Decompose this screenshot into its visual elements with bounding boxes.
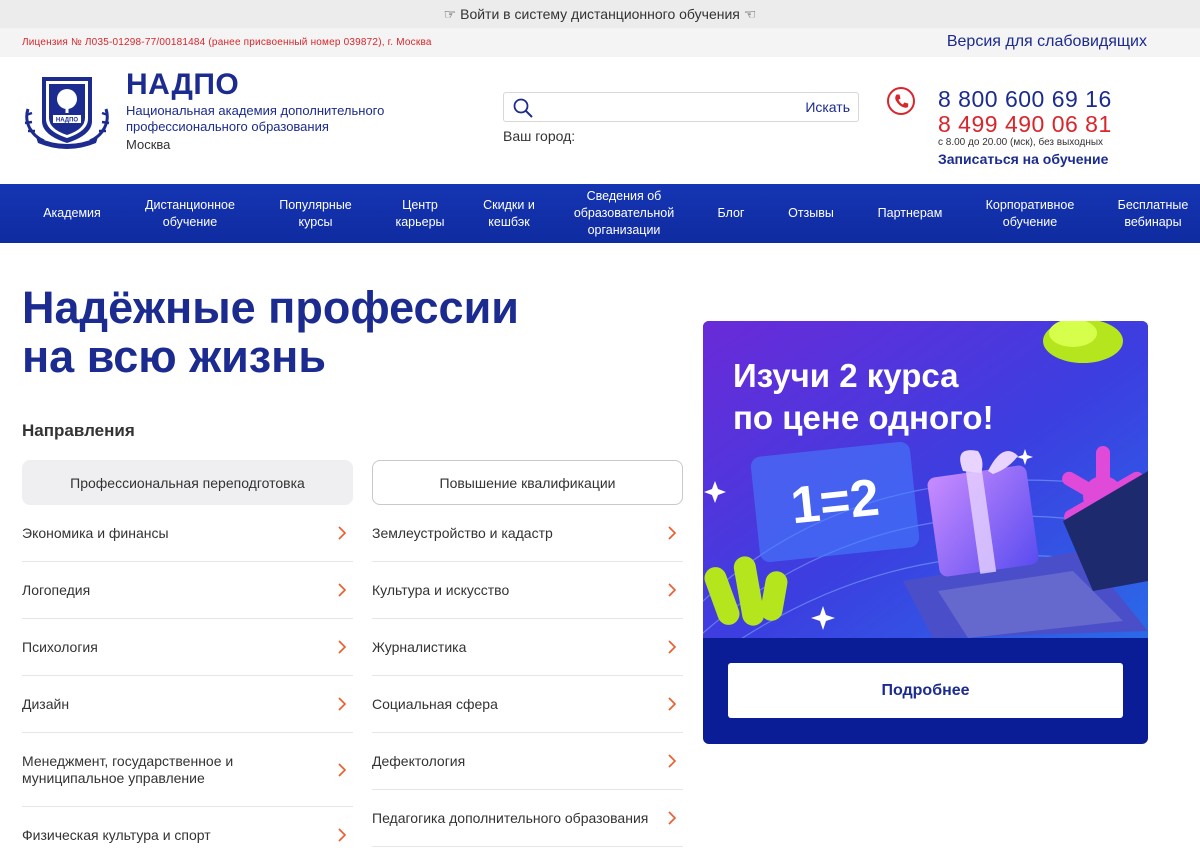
- direction-label: Дизайн: [22, 695, 70, 712]
- promo-headline: Изучи 2 курса по цене одного!: [733, 355, 994, 439]
- direction-label: Журналистика: [372, 638, 467, 655]
- chevron-right-icon: [668, 583, 677, 597]
- brand-full-name: Национальная академия дополнительного пр…: [126, 103, 385, 134]
- nav-item-distance-learning[interactable]: Дистанционное обучение: [130, 184, 250, 243]
- remote-learning-login-bar[interactable]: ☞ Войти в систему дистанционного обучени…: [0, 0, 1200, 28]
- nav-item-career-center[interactable]: Центр карьеры: [382, 184, 458, 243]
- chevron-right-icon: [668, 697, 677, 711]
- promo-headline-line-1: Изучи 2 курса: [733, 357, 959, 394]
- chevron-right-icon: [338, 526, 347, 540]
- promo-badge: 1=2: [749, 440, 921, 564]
- brand-city: Москва: [126, 137, 171, 152]
- low-vision-version-link[interactable]: Версия для слабовидящих: [947, 33, 1147, 51]
- direction-label: Культура и искусство: [372, 581, 510, 598]
- direction-item[interactable]: Социальная сфера: [372, 676, 683, 733]
- direction-label: Психология: [22, 638, 98, 655]
- chevron-right-icon: [668, 754, 677, 768]
- info-bar: Лицензия № Л035-01298-77/00181484 (ранее…: [0, 28, 1200, 57]
- enroll-link[interactable]: Записаться на обучение: [938, 151, 1108, 167]
- direction-item[interactable]: Физическая культура и спорт: [22, 807, 353, 862]
- nav-item-corporate-training[interactable]: Корпоративное обучение: [972, 184, 1088, 243]
- chevron-right-icon: [668, 811, 677, 825]
- promo-more-button[interactable]: Подробнее: [728, 663, 1123, 718]
- chevron-right-icon: [338, 583, 347, 597]
- nav-item-popular-courses[interactable]: Популярные курсы: [268, 184, 363, 243]
- direction-label: Педагогика дополнительного образования: [372, 809, 649, 826]
- hero-title-line-1: Надёжные профессии: [22, 282, 519, 333]
- city-selector[interactable]: Ваш город:: [503, 128, 575, 144]
- phone-icon: [887, 87, 915, 115]
- direction-item[interactable]: Логопедия: [22, 562, 353, 619]
- nav-item-partners[interactable]: Партнерам: [866, 184, 954, 243]
- license-text: Лицензия № Л035-01298-77/00181484 (ранее…: [22, 37, 432, 48]
- direction-item[interactable]: Менеджмент, государственное и муниципаль…: [22, 733, 353, 807]
- nav-item-academy[interactable]: Академия: [22, 184, 122, 243]
- phone-secondary[interactable]: 8 499 490 06 81: [938, 111, 1112, 138]
- svg-text:НАДПО: НАДПО: [56, 118, 78, 124]
- nav-item-discounts[interactable]: Скидки и кешбэк: [480, 184, 538, 243]
- promo-headline-line-2: по цене одного!: [733, 399, 994, 436]
- phone-primary[interactable]: 8 800 600 69 16: [938, 86, 1112, 113]
- direction-item[interactable]: Педагогика дополнительного образования: [372, 790, 683, 847]
- direction-label: Социальная сфера: [372, 695, 498, 712]
- nav-item-free-webinars[interactable]: Бесплатные вебинары: [1106, 184, 1200, 243]
- tab-professional-retraining[interactable]: Профессиональная переподготовка: [22, 460, 353, 505]
- chevron-right-icon: [338, 828, 347, 842]
- nav-item-reviews[interactable]: Отзывы: [776, 184, 846, 243]
- hero-title: Надёжные профессии на всю жизнь: [22, 283, 519, 381]
- direction-label: Дефектология: [372, 752, 466, 769]
- search-bar: Искать: [503, 92, 859, 122]
- direction-item[interactable]: Землеустройство и кадастр: [372, 505, 683, 562]
- main-navigation: Академия Дистанционное обучение Популярн…: [0, 184, 1200, 243]
- nav-item-organization-info[interactable]: Сведения об образовательной организации: [562, 184, 686, 243]
- hero-title-line-2: на всю жизнь: [22, 331, 326, 382]
- direction-item[interactable]: Психология: [22, 619, 353, 676]
- chevron-right-icon: [338, 697, 347, 711]
- direction-label: Экономика и финансы: [22, 524, 169, 541]
- direction-label: Физическая культура и спорт: [22, 826, 211, 843]
- direction-item[interactable]: Журналистика: [372, 619, 683, 676]
- tab-qualification-upgrade[interactable]: Повышение квалификации: [372, 460, 683, 505]
- search-button[interactable]: Искать: [805, 99, 850, 115]
- nav-item-blog[interactable]: Блог: [706, 184, 756, 243]
- chevron-right-icon: [668, 640, 677, 654]
- site-header: НАДПО НАДПО Национальная академия дополн…: [0, 57, 1200, 184]
- search-icon: [513, 98, 533, 118]
- promo-banner[interactable]: Изучи 2 курса по цене одного! 1=2 Подроб…: [703, 321, 1148, 744]
- directions-heading: Направления: [22, 421, 135, 440]
- direction-label: Менеджмент, государственное и муниципаль…: [22, 752, 234, 786]
- remote-learning-login-link[interactable]: ☞ Войти в систему дистанционного обучени…: [444, 6, 757, 23]
- chevron-right-icon: [338, 640, 347, 654]
- chevron-right-icon: [338, 762, 347, 777]
- direction-label: Землеустройство и кадастр: [372, 524, 553, 541]
- direction-label: Логопедия: [22, 581, 91, 598]
- brand-name[interactable]: НАДПО: [126, 68, 239, 102]
- direction-item[interactable]: Культура и искусство: [372, 562, 683, 619]
- academy-emblem-icon[interactable]: НАДПО: [22, 71, 112, 149]
- direction-item[interactable]: Дизайн: [22, 676, 353, 733]
- search-input[interactable]: [538, 96, 788, 118]
- chevron-right-icon: [668, 526, 677, 540]
- direction-item[interactable]: Дефектология: [372, 733, 683, 790]
- direction-item[interactable]: Экономика и финансы: [22, 505, 353, 562]
- working-hours: с 8.00 до 20.00 (мск), без выходных: [938, 137, 1104, 148]
